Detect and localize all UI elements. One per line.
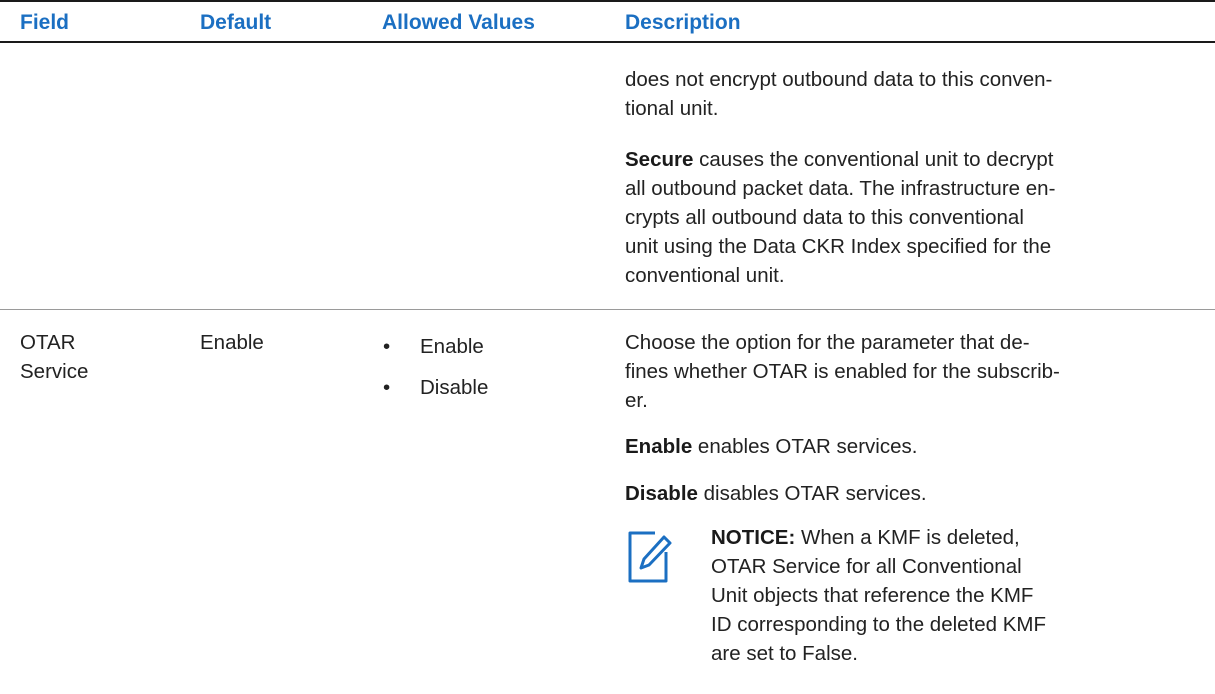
header-allowed-values: Allowed Values [382, 11, 535, 34]
desc-line: enables OTAR services. [692, 435, 918, 458]
secure-term: Secure [625, 148, 694, 171]
notice-line: are set to False. [711, 642, 858, 665]
field-name-line: OTAR [20, 331, 76, 354]
list-item: • Disable [383, 373, 488, 414]
default-cell: Enable [200, 331, 264, 354]
notice-line: When a KMF is deleted, [795, 526, 1020, 549]
notice-pencil-icon [628, 531, 672, 583]
desc-line: conventional unit. [625, 264, 785, 287]
choose-description: Choose the option for the parameter that… [625, 328, 1190, 415]
row-divider [0, 309, 1215, 310]
disable-description: Disable disables OTAR services. [625, 479, 1190, 508]
secure-description: Secure causes the conventional unit to d… [625, 145, 1190, 290]
allowed-value: Enable [420, 335, 484, 358]
notice-line: OTAR Service for all Conventional [711, 555, 1022, 578]
enable-term: Enable [625, 435, 693, 458]
notice-label: NOTICE: [711, 526, 796, 549]
notice-line: ID corresponding to the deleted KMF [711, 613, 1047, 636]
header-field: Field [20, 11, 70, 34]
desc-line: unit using the Data CKR Index specified … [625, 235, 1052, 258]
desc-line: Choose the option for the parameter that… [625, 331, 1030, 354]
notice-text: NOTICE: When a KMF is deleted, OTAR Serv… [711, 523, 1181, 668]
desc-line: fines whether OTAR is enabled for the su… [625, 360, 1060, 383]
notice-line: Unit objects that reference the KMF [711, 584, 1034, 607]
bullet-marker: • [383, 376, 391, 399]
desc-line: er. [625, 389, 648, 412]
list-item: • Enable [383, 332, 488, 373]
desc-line: all outbound packet data. The infrastruc… [625, 177, 1056, 200]
header-default: Default [200, 11, 272, 34]
desc-line: disables OTAR services. [697, 482, 927, 505]
allowed-value: Disable [420, 376, 489, 399]
header-description: Description [625, 11, 741, 34]
desc-line: does not encrypt outbound data to this c… [625, 68, 1053, 91]
bullet-marker: • [383, 335, 391, 358]
disable-term: Disable [625, 482, 698, 505]
allowed-values-list: • Enable • Disable [383, 332, 488, 414]
field-name-line: Service [20, 360, 89, 383]
table-header: Field Default Allowed Values Description [0, 0, 1215, 43]
field-cell: OTAR Service [20, 328, 88, 386]
desc-line: crypts all outbound data to this convent… [625, 206, 1024, 229]
desc-line: causes the conventional unit to decrypt [693, 148, 1054, 171]
enable-description: Enable enables OTAR services. [625, 432, 1190, 461]
description-text: does not encrypt outbound data to this c… [625, 65, 1190, 123]
desc-line: tional unit. [625, 97, 719, 120]
